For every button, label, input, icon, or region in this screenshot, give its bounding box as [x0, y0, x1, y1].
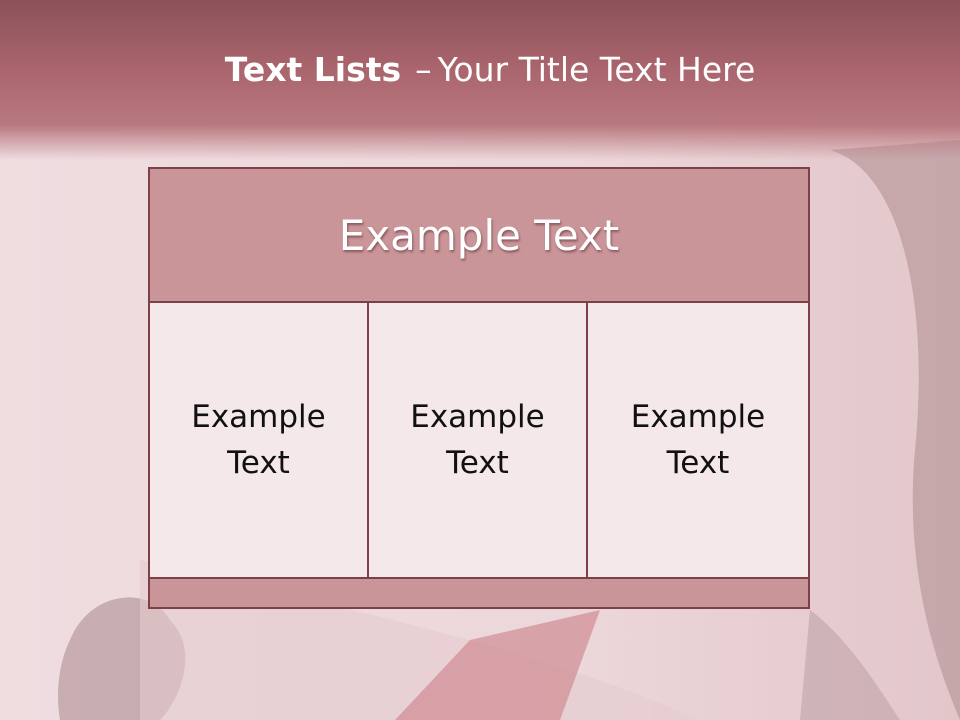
list-column-1: Example Text	[150, 303, 369, 577]
column-text: Example Text	[191, 399, 326, 481]
column-text: Example Text	[410, 399, 545, 481]
panel-header-text: Example Text	[338, 210, 620, 260]
panel-footer-bar	[150, 577, 808, 607]
column-text: Example Text	[630, 399, 766, 481]
text-list-panel: Example Text Example Text Example Text E…	[148, 167, 810, 609]
list-column-2: Example Text	[369, 303, 588, 577]
title-rest: Your Title Text Here	[437, 50, 756, 89]
slide-title: Text Lists – Your Title Text Here	[0, 50, 960, 89]
title-bold: Text Lists	[224, 50, 402, 89]
list-column-3: Example Text	[588, 303, 808, 577]
panel-header: Example Text	[150, 169, 808, 303]
title-dash: –	[415, 50, 432, 89]
